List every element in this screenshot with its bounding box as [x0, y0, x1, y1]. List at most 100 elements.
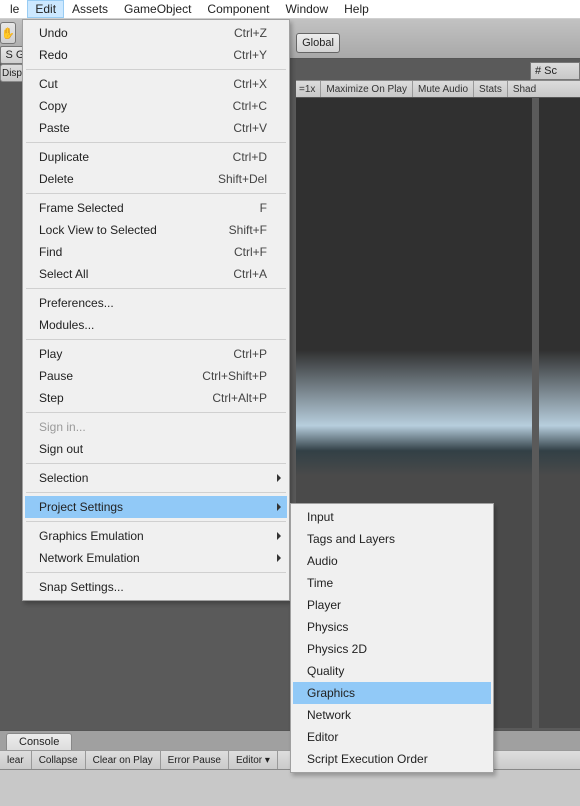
menu-item-copy[interactable]: CopyCtrl+C	[25, 95, 287, 117]
menu-item-shortcut: Ctrl+P	[233, 347, 267, 361]
submenu-item-input[interactable]: Input	[293, 506, 491, 528]
menu-item-paste[interactable]: PasteCtrl+V	[25, 117, 287, 139]
menu-item-sign-in: Sign in...	[25, 416, 287, 438]
menubar-item-help[interactable]: Help	[336, 0, 377, 18]
console-btn-collapse[interactable]: Collapse	[32, 751, 86, 769]
menu-separator	[26, 412, 286, 413]
menu-separator	[26, 339, 286, 340]
menu-item-label: Time	[307, 576, 333, 590]
menubar-item-assets[interactable]: Assets	[64, 0, 116, 18]
menu-item-graphics-emulation[interactable]: Graphics Emulation	[25, 525, 287, 547]
submenu-item-physics[interactable]: Physics	[293, 616, 491, 638]
submenu-item-tags-and-layers[interactable]: Tags and Layers	[293, 528, 491, 550]
menu-item-label: Physics	[307, 620, 348, 634]
menu-item-label: Physics 2D	[307, 642, 367, 656]
game-view-toolbar: = 1x Maximize On Play Mute Audio Stats S…	[296, 80, 580, 98]
menu-item-network-emulation[interactable]: Network Emulation	[25, 547, 287, 569]
menu-item-label: Copy	[39, 99, 67, 113]
menubar-item-component[interactable]: Component	[199, 0, 277, 18]
chevron-right-icon	[277, 554, 281, 562]
menu-item-snap-settings[interactable]: Snap Settings...	[25, 576, 287, 598]
stats-toggle[interactable]: Stats	[474, 81, 508, 97]
console-btn-editor[interactable]: Editor ▾	[229, 751, 278, 769]
console-btn-clear-on-play[interactable]: Clear on Play	[86, 751, 161, 769]
submenu-item-editor[interactable]: Editor	[293, 726, 491, 748]
menu-separator	[26, 521, 286, 522]
menu-item-label: Audio	[307, 554, 338, 568]
scene-viewport[interactable]	[539, 98, 580, 728]
hand-tool-button[interactable]: ✋	[0, 22, 16, 44]
menu-item-sign-out[interactable]: Sign out	[25, 438, 287, 460]
menu-item-delete[interactable]: DeleteShift+Del	[25, 168, 287, 190]
chevron-right-icon	[277, 532, 281, 540]
global-toggle[interactable]: Global	[296, 33, 340, 53]
menu-item-shortcut: Ctrl+X	[233, 77, 267, 91]
menu-item-shortcut: Ctrl+F	[234, 245, 267, 259]
submenu-item-network[interactable]: Network	[293, 704, 491, 726]
menu-item-shortcut: Ctrl+D	[233, 150, 267, 164]
submenu-item-graphics[interactable]: Graphics	[293, 682, 491, 704]
submenu-item-player[interactable]: Player	[293, 594, 491, 616]
hand-icon: ✋	[1, 27, 15, 40]
menu-item-shortcut: Shift+F	[229, 223, 267, 237]
console-tab[interactable]: Console	[6, 733, 72, 751]
menu-item-label: Input	[307, 510, 334, 524]
menu-item-label: Script Execution Order	[307, 752, 428, 766]
menu-item-label: Cut	[39, 77, 58, 91]
menu-separator	[26, 142, 286, 143]
menu-item-label: Preferences...	[39, 296, 114, 310]
edit-menu: UndoCtrl+ZRedoCtrl+YCutCtrl+XCopyCtrl+CP…	[22, 19, 290, 601]
menu-item-preferences[interactable]: Preferences...	[25, 292, 287, 314]
menu-item-redo[interactable]: RedoCtrl+Y	[25, 44, 287, 66]
menu-item-shortcut: F	[260, 201, 267, 215]
submenu-item-audio[interactable]: Audio	[293, 550, 491, 572]
submenu-item-quality[interactable]: Quality	[293, 660, 491, 682]
menu-separator	[26, 492, 286, 493]
menu-item-label: Sign out	[39, 442, 83, 456]
menu-item-undo[interactable]: UndoCtrl+Z	[25, 22, 287, 44]
menubar-item-le[interactable]: le	[2, 0, 27, 18]
menubar-item-edit[interactable]: Edit	[27, 0, 64, 18]
menubar-item-gameobject[interactable]: GameObject	[116, 0, 199, 18]
scene-tab[interactable]: # Sc	[530, 62, 580, 80]
menu-item-play[interactable]: PlayCtrl+P	[25, 343, 287, 365]
display-dropdown[interactable]: Disp	[0, 64, 24, 82]
mute-audio-toggle[interactable]: Mute Audio	[413, 81, 474, 97]
menu-item-pause[interactable]: PauseCtrl+Shift+P	[25, 365, 287, 387]
menu-item-lock-view-to-selected[interactable]: Lock View to Selected Shift+F	[25, 219, 287, 241]
menu-separator	[26, 572, 286, 573]
maximize-on-play-toggle[interactable]: Maximize On Play	[321, 81, 413, 97]
menu-item-label: Sign in...	[39, 420, 86, 434]
menu-item-modules[interactable]: Modules...	[25, 314, 287, 336]
menu-item-select-all[interactable]: Select AllCtrl+A	[25, 263, 287, 285]
submenu-item-script-execution-order[interactable]: Script Execution Order	[293, 748, 491, 770]
menubar-item-window[interactable]: Window	[277, 0, 336, 18]
menu-item-shortcut: Ctrl+Alt+P	[212, 391, 267, 405]
menu-item-label: Pause	[39, 369, 73, 383]
scene-tab-label: # Sc	[535, 65, 557, 77]
menu-item-label: Find	[39, 245, 62, 259]
menu-item-duplicate[interactable]: DuplicateCtrl+D	[25, 146, 287, 168]
menu-item-find[interactable]: Find Ctrl+F	[25, 241, 287, 263]
menu-item-label: Snap Settings...	[39, 580, 124, 594]
menu-item-label: Frame Selected	[39, 201, 124, 215]
menu-item-label: Lock View to Selected	[39, 223, 157, 237]
shaded-dropdown[interactable]: Shad	[508, 81, 541, 97]
menu-separator	[26, 69, 286, 70]
submenu-item-time[interactable]: Time	[293, 572, 491, 594]
chevron-right-icon	[277, 503, 281, 511]
menu-item-label: Project Settings	[39, 500, 123, 514]
console-body	[0, 770, 580, 806]
menu-item-cut[interactable]: Cut Ctrl+X	[25, 73, 287, 95]
menu-item-project-settings[interactable]: Project Settings	[25, 496, 287, 518]
menu-item-label: Paste	[39, 121, 70, 135]
menu-item-label: Step	[39, 391, 64, 405]
console-btn-error-pause[interactable]: Error Pause	[161, 751, 229, 769]
scale-indicator[interactable]: = 1x	[296, 81, 321, 97]
console-btn-lear[interactable]: lear	[0, 751, 32, 769]
menu-item-step[interactable]: Step Ctrl+Alt+P	[25, 387, 287, 409]
submenu-item-physics-2d[interactable]: Physics 2D	[293, 638, 491, 660]
menu-item-frame-selected[interactable]: Frame Selected F	[25, 197, 287, 219]
menu-item-selection[interactable]: Selection	[25, 467, 287, 489]
menu-item-label: Editor	[307, 730, 338, 744]
